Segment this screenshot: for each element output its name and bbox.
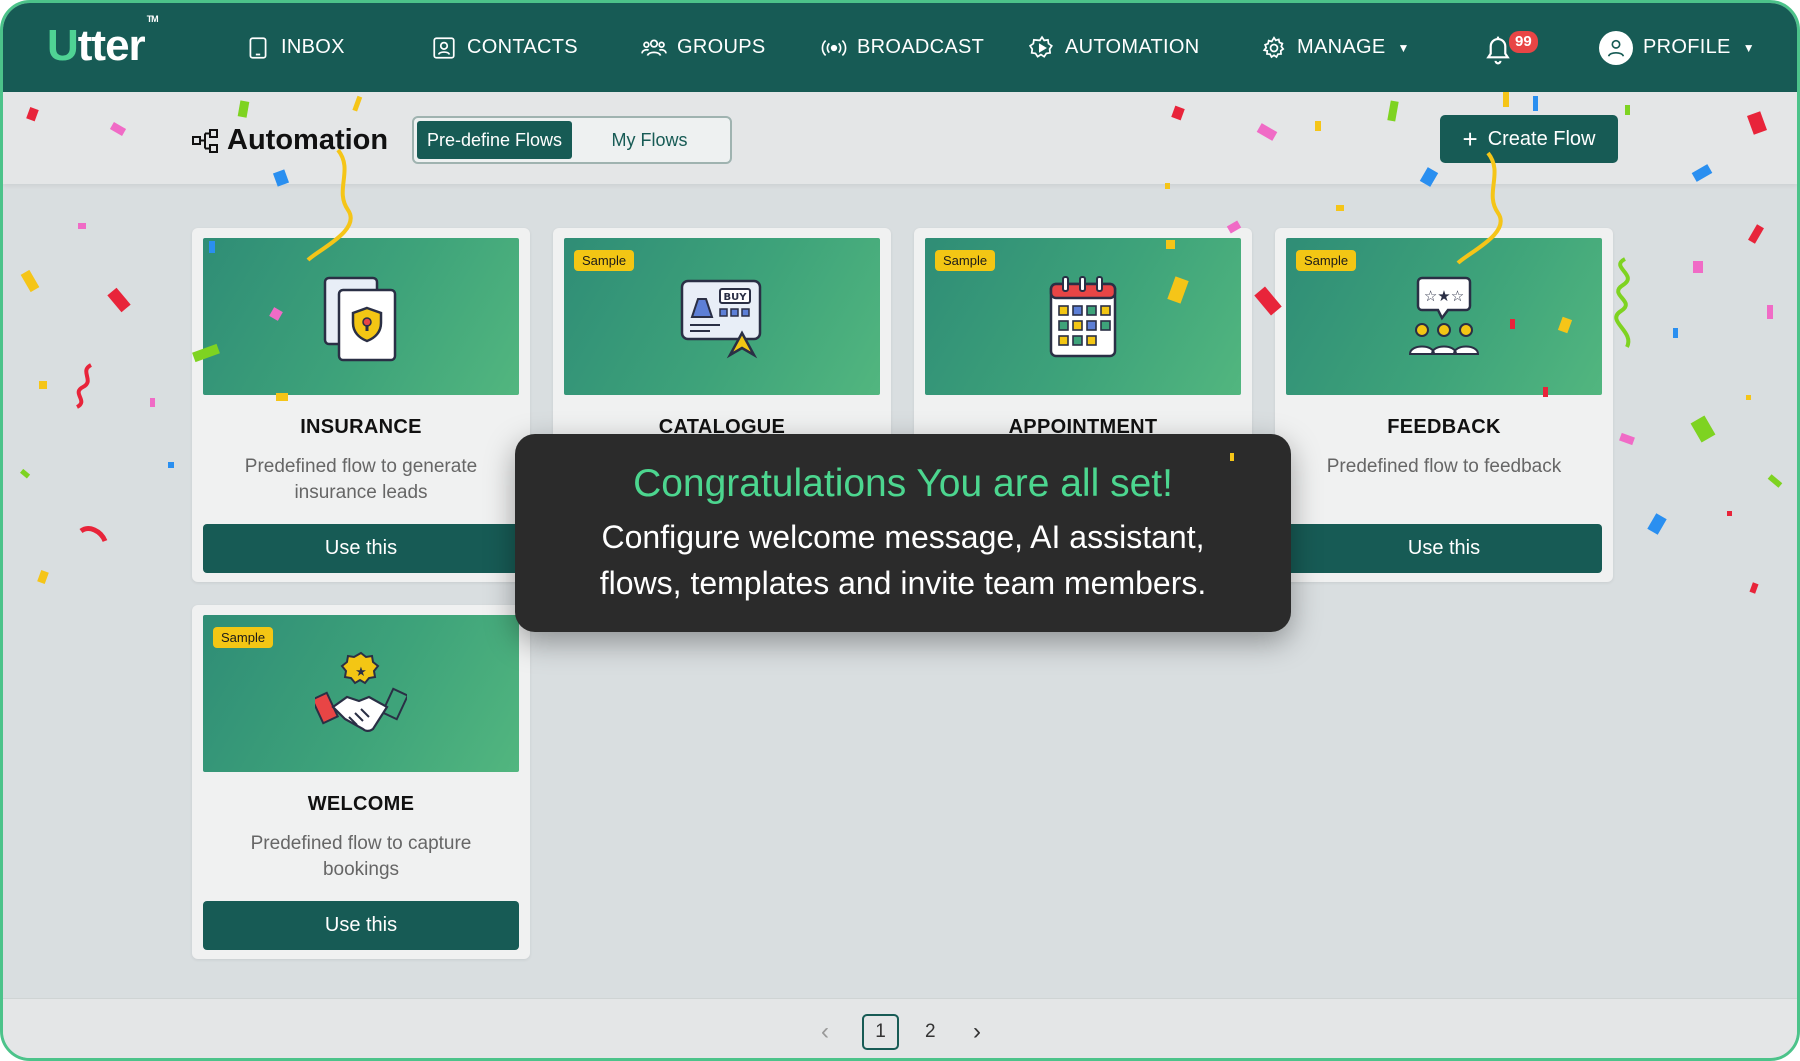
- handshake-icon: ★: [315, 651, 407, 732]
- use-this-button[interactable]: Use this: [203, 901, 519, 950]
- nav-contacts[interactable]: CONTACTS: [431, 3, 578, 92]
- create-flow-button[interactable]: + Create Flow: [1440, 115, 1618, 163]
- contact-card-icon: [433, 36, 455, 59]
- next-page-button[interactable]: ›: [973, 1014, 981, 1050]
- card-title: WELCOME: [307, 793, 415, 815]
- insurance-shield-icon: [323, 276, 397, 361]
- pagination-bar: ‹ 1 2 ›: [3, 998, 1797, 1058]
- avatar: [1599, 30, 1633, 65]
- nav-broadcast[interactable]: BROADCAST: [821, 3, 984, 92]
- toast-title: Congratulations You are all set!: [633, 462, 1173, 505]
- nav-automation[interactable]: AUTOMATION: [1029, 3, 1199, 92]
- flow-card-insurance: INSURANCE Predefined flow to generate in…: [192, 228, 530, 582]
- users-icon: [641, 39, 667, 56]
- card-thumbnail: Sample BUY: [564, 238, 880, 395]
- flow-diagram-icon: [192, 128, 218, 153]
- app-window: UtterTM INBOX CONTACTS GROUPS BROADCAST …: [0, 0, 1800, 1061]
- broadcast-icon: [821, 39, 847, 56]
- sample-badge: Sample: [213, 627, 274, 648]
- sample-badge: Sample: [574, 250, 635, 271]
- flow-card-welcome: Sample ★ WELCOME Predefined flow to capt…: [192, 605, 530, 959]
- chevron-down-icon: ▼: [1397, 40, 1410, 55]
- success-toast: Congratulations You are all set! Configu…: [515, 434, 1291, 632]
- nav-groups[interactable]: GROUPS: [641, 3, 765, 92]
- card-title: FEEDBACK: [1387, 416, 1501, 438]
- use-this-button[interactable]: Use this: [203, 524, 519, 573]
- page-2-button[interactable]: 2: [925, 1014, 936, 1050]
- card-thumbnail: Sample ★: [203, 615, 519, 772]
- card-thumbnail: [203, 238, 519, 395]
- use-this-button[interactable]: Use this: [1286, 524, 1602, 573]
- svg-text:☆★☆: ☆★☆: [1424, 287, 1464, 305]
- catalogue-buy-icon: BUY: [680, 279, 762, 358]
- page-title: Automation: [191, 124, 388, 157]
- flow-card-feedback: Sample ☆★☆ FEEDBACK Predefined flow to f…: [1275, 228, 1613, 582]
- top-navbar: UtterTM INBOX CONTACTS GROUPS BROADCAST …: [3, 3, 1797, 92]
- toast-message: Configure welcome message, AI assistant,…: [599, 519, 1207, 601]
- tab-predefine-flows[interactable]: Pre-define Flows: [417, 121, 572, 159]
- card-description: Predefined flow to feedback: [1326, 456, 1562, 477]
- nav-profile[interactable]: PROFILE ▼: [1599, 3, 1755, 92]
- page-toolbar: Automation Pre-define Flows My Flows + C…: [3, 92, 1797, 184]
- feedback-stars-icon: ☆★☆: [1408, 276, 1480, 355]
- gear-play-icon: [1029, 35, 1053, 58]
- plus-icon: +: [1462, 124, 1478, 154]
- svg-text:★: ★: [355, 664, 367, 679]
- tab-my-flows[interactable]: My Flows: [572, 121, 727, 159]
- card-title: INSURANCE: [300, 416, 422, 438]
- sample-badge: Sample: [935, 250, 996, 271]
- tablet-icon: [249, 36, 267, 59]
- chevron-down-icon: ▼: [1742, 40, 1755, 55]
- user-icon: [1607, 39, 1625, 57]
- card-description: Predefined flow to capture bookings: [250, 833, 472, 880]
- card-thumbnail: Sample: [925, 238, 1241, 395]
- page-1-button[interactable]: 1: [862, 1014, 899, 1050]
- sample-badge: Sample: [1296, 250, 1357, 271]
- nav-manage[interactable]: MANAGE ▼: [1261, 3, 1410, 92]
- flow-type-toggle: Pre-define Flows My Flows: [412, 116, 732, 164]
- brand-logo[interactable]: UtterTM: [47, 14, 159, 71]
- svg-text:BUY: BUY: [724, 292, 748, 303]
- notification-count-badge: 99: [1509, 31, 1538, 53]
- calendar-icon: [1049, 275, 1117, 357]
- nav-inbox[interactable]: INBOX: [245, 3, 345, 92]
- card-thumbnail: Sample ☆★☆: [1286, 238, 1602, 395]
- card-description: Predefined flow to generate insurance le…: [244, 456, 478, 503]
- gear-icon: [1262, 35, 1285, 58]
- prev-page-button[interactable]: ‹: [821, 1014, 829, 1050]
